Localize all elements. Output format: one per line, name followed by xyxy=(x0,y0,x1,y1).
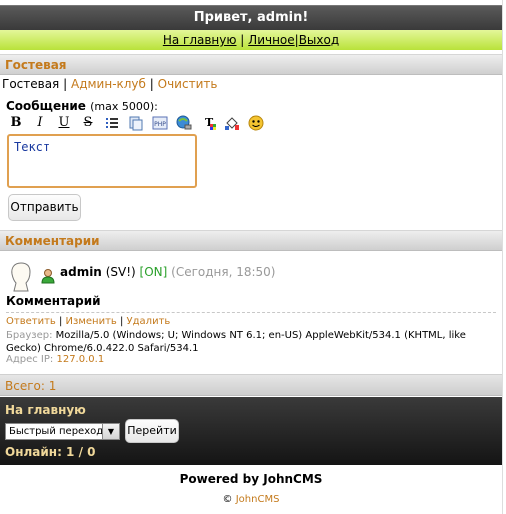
online-status: [ON] xyxy=(139,265,168,279)
browser-value: Mozilla/5.0 (Windows; U; Windows NT 6.1;… xyxy=(6,330,466,354)
copyright-link[interactable]: JohnCMS xyxy=(236,494,280,505)
submit-button[interactable]: Отправить xyxy=(8,194,81,221)
tab-admin-club[interactable]: Админ-клуб xyxy=(71,77,146,91)
tab-clear[interactable]: Очистить xyxy=(158,77,218,91)
browser-label: Браузер: xyxy=(6,330,53,341)
comment-author[interactable]: admin xyxy=(60,265,102,279)
powered-by: Powered by JohnCMS xyxy=(179,472,323,486)
comment-author-rights: (SV!) xyxy=(105,265,136,279)
tab-guestbook: Гостевая xyxy=(2,77,60,91)
ip-label: Адрес IP: xyxy=(6,354,54,365)
link-icon[interactable] xyxy=(176,115,192,131)
svg-text:PHP: PHP xyxy=(154,121,166,128)
nav-logout-link[interactable]: Выход xyxy=(299,33,339,47)
edit-link[interactable]: Изменить xyxy=(66,316,117,327)
comment-text: Комментарий xyxy=(6,294,101,308)
divider xyxy=(6,312,496,313)
quick-jump-select[interactable]: Быстрый переход ▼ xyxy=(5,423,120,440)
right-border xyxy=(502,0,503,514)
browser-info: Браузер: Mozilla/5.0 (Windows; U; Window… xyxy=(6,329,496,355)
avatar xyxy=(6,260,36,292)
section-comments-title: Комментарии xyxy=(0,230,502,251)
ip-info: Адрес IP: 127.0.0.1 xyxy=(6,354,104,365)
comment-item: admin (SV!) [ON] (Сегодня, 18:50) Коммен… xyxy=(0,252,502,374)
delete-link[interactable]: Удалить xyxy=(127,316,171,327)
footer-panel: На главную Быстрый переход ▼ Перейти Онл… xyxy=(0,397,502,465)
guestbook-tabs: Гостевая | Админ-клуб | Очистить xyxy=(2,77,217,91)
tab-separator: | xyxy=(63,77,68,91)
message-label: Сообщение (max 5000): xyxy=(6,99,158,113)
bold-icon[interactable]: B xyxy=(8,115,24,131)
action-separator: | xyxy=(58,316,63,327)
online-count: Онлайн: 1 / 0 xyxy=(5,445,96,459)
chevron-down-icon[interactable]: ▼ xyxy=(102,424,119,439)
reply-link[interactable]: Ответить xyxy=(6,316,56,327)
quick-jump-value: Быстрый переход xyxy=(9,426,104,437)
color-icon[interactable]: T xyxy=(200,115,216,131)
quote-icon[interactable] xyxy=(128,115,144,131)
underline-icon[interactable]: U xyxy=(56,115,72,131)
top-nav: На главную | Личное|Выход xyxy=(0,30,502,50)
copyright: © JohnCMS xyxy=(0,494,502,505)
go-button[interactable]: Перейти xyxy=(125,419,179,443)
action-separator: | xyxy=(119,316,124,327)
page: Привет, admin! На главную | Личное|Выход… xyxy=(0,0,503,514)
nav-separator: | xyxy=(240,33,245,47)
italic-icon[interactable]: I xyxy=(32,115,48,131)
nav-personal-link[interactable]: Личное xyxy=(248,33,294,47)
smiley-icon[interactable] xyxy=(248,115,264,131)
tab-separator: | xyxy=(149,77,154,91)
total-count: Всего: 1 xyxy=(0,374,502,396)
message-max-length: (max 5000): xyxy=(90,100,158,113)
section-guestbook-title: Гостевая xyxy=(0,54,502,75)
message-form: Сообщение (max 5000): B I U S PHP T Текс… xyxy=(0,94,502,228)
greeting-header: Привет, admin! xyxy=(0,5,502,31)
message-textarea[interactable]: Текст xyxy=(7,134,197,188)
comment-actions: Ответить | Изменить | Удалить xyxy=(6,316,170,327)
nav-home-link[interactable]: На главную xyxy=(163,33,237,47)
comment-author-line: admin (SV!) [ON] (Сегодня, 18:50) xyxy=(60,265,275,279)
comment-time: (Сегодня, 18:50) xyxy=(171,265,276,279)
php-code-icon[interactable]: PHP xyxy=(152,115,168,131)
ip-value[interactable]: 127.0.0.1 xyxy=(56,354,104,365)
message-label-text: Сообщение xyxy=(6,99,86,113)
background-color-icon[interactable] xyxy=(224,115,240,131)
footer-home-link[interactable]: На главную xyxy=(5,403,86,417)
user-online-icon xyxy=(40,268,56,287)
list-icon[interactable] xyxy=(104,115,120,131)
copyright-symbol: © xyxy=(222,494,233,505)
strikethrough-icon[interactable]: S xyxy=(80,115,96,131)
